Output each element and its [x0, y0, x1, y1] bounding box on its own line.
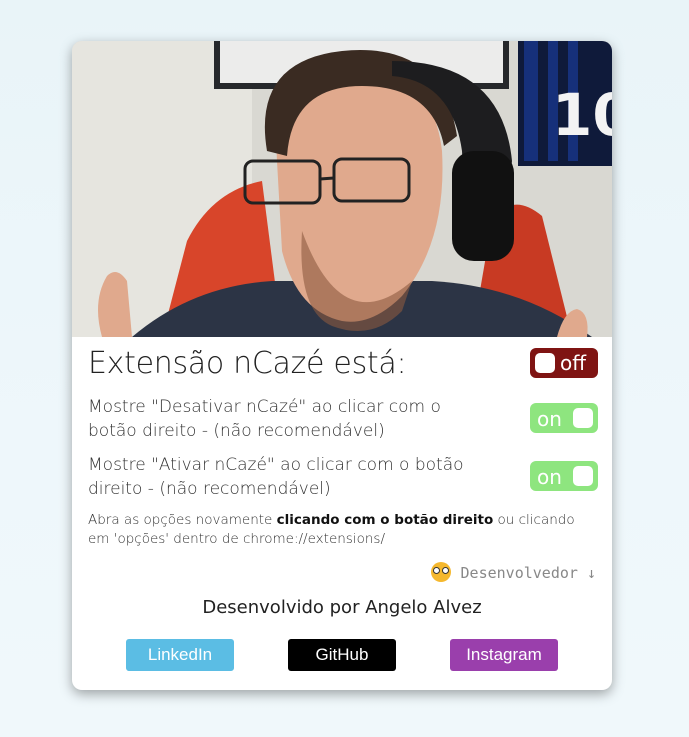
github-button[interactable]: GitHub — [288, 639, 396, 671]
hint-prefix: Abra as opções novamente — [88, 512, 277, 528]
developer-byline: Desenvolvido por Angelo Alvez — [202, 597, 482, 618]
streamer-photo-illustration: 10 — [72, 41, 612, 337]
toggle-knob — [573, 466, 593, 486]
toggle-label: on — [537, 407, 562, 431]
developer-link-label: Desenvolvedor ↓ — [460, 564, 596, 582]
option-desativar-toggle[interactable]: on — [530, 403, 598, 433]
toggle-knob — [573, 408, 593, 428]
status-title: Extensão nCazé está: — [88, 346, 407, 381]
options-hint: Abra as opções novamente clicando com o … — [88, 511, 588, 549]
instagram-button[interactable]: Instagram — [450, 639, 558, 671]
option-ativar-label: Mostre "Ativar nCazé" ao clicar com o bo… — [88, 455, 464, 499]
developer-link[interactable]: Desenvolvedor ↓ — [430, 562, 596, 582]
nerd-face-icon — [430, 562, 451, 582]
linkedin-button[interactable]: LinkedIn — [126, 639, 234, 671]
option-desativar-label: Mostre "Desativar nCazé" ao clicar com o… — [88, 397, 441, 441]
toggle-knob — [535, 353, 555, 373]
streamer-photo: 10 — [72, 41, 612, 337]
extension-toggle[interactable]: off — [530, 348, 598, 378]
toggle-label: off — [560, 351, 587, 375]
status-row: Extensão nCazé está: off — [88, 344, 598, 384]
option-ativar-toggle[interactable]: on — [530, 461, 598, 491]
extension-popup: 10 Extensão nCazé está: off Mostre "Desa… — [72, 41, 612, 690]
hint-bold: clicando com o botão direito — [276, 512, 494, 528]
toggle-label: on — [537, 465, 562, 489]
jersey-number: 10 — [552, 81, 612, 149]
